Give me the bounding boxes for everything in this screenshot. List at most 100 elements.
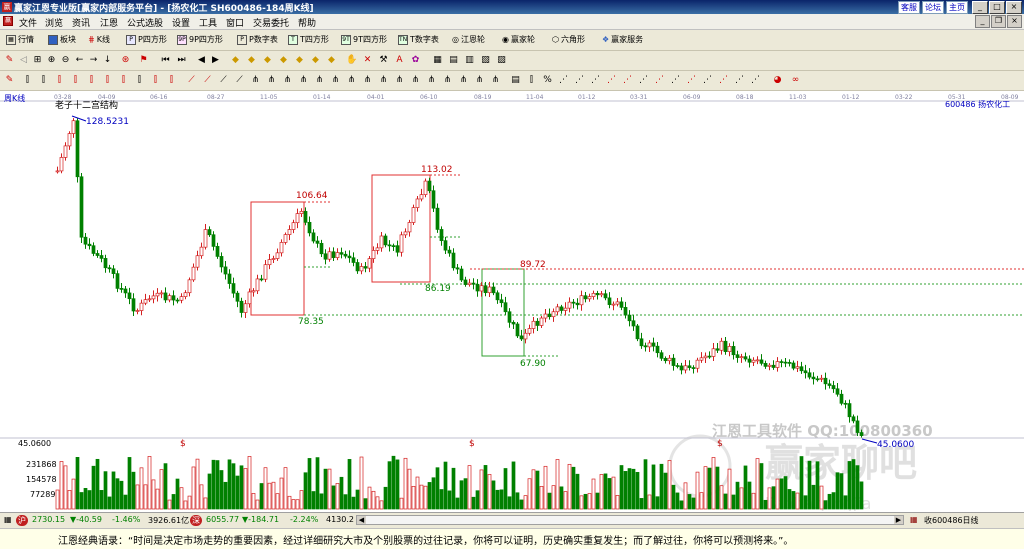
btn-sectors[interactable]: 板块	[48, 33, 76, 46]
grid3-icon[interactable]: ▥	[464, 55, 475, 66]
fib-tool-1-icon[interactable]: ⋰	[558, 75, 569, 86]
btn-winner-wheel[interactable]: ◉ 赢家轮	[502, 33, 535, 46]
last-icon[interactable]: ⏭	[176, 55, 187, 66]
btn-p-table[interactable]: P P数字表	[237, 33, 278, 46]
flag-icon[interactable]: ⚑	[138, 55, 149, 66]
kline-chart[interactable]: 03-28 04-09 06-16 08-27 11-05 01-14 04-01 06-10…	[0, 91, 1024, 513]
fib-tool-12-icon[interactable]: ⋰	[734, 75, 745, 86]
chart-icon[interactable]: ▦	[910, 515, 918, 524]
bar-tool-6-icon[interactable]: ⫿	[102, 75, 113, 86]
bar-tool-2-icon[interactable]: ⫿	[38, 75, 49, 86]
target-icon[interactable]: ⊛	[120, 55, 131, 66]
btn-kline[interactable]: ⋕ K线	[88, 33, 110, 46]
btn-t-square[interactable]: T T四方形	[288, 33, 329, 46]
grid4-icon[interactable]: ▧	[480, 55, 491, 66]
zoom-out-icon[interactable]: ⊖	[60, 55, 71, 66]
fork-tool-3-icon[interactable]: ⋔	[282, 75, 293, 86]
stats-tool-1-icon[interactable]: ▤	[510, 75, 521, 86]
line-tool-2-icon[interactable]: ⟋	[202, 75, 213, 86]
first-icon[interactable]: ⏮	[160, 55, 171, 66]
diamond6-icon[interactable]: ◆	[310, 55, 321, 66]
fib-tool-5-icon[interactable]: ⋰	[622, 75, 633, 86]
fork-tool-10-icon[interactable]: ⋔	[394, 75, 405, 86]
btn-p-square[interactable]: P P四方形	[126, 33, 167, 46]
paint-icon[interactable]: ✿	[410, 55, 421, 66]
child-restore-button[interactable]: ❐	[991, 15, 1006, 28]
link-zhuye[interactable]: 主页	[946, 1, 968, 14]
fork-tool-6-icon[interactable]: ⋔	[330, 75, 341, 86]
fork-tool-16-icon[interactable]: ⋔	[490, 75, 501, 86]
diamond3-icon[interactable]: ◆	[262, 55, 273, 66]
fib-tool-11-icon[interactable]: ⋰	[718, 75, 729, 86]
bar-tool-4-icon[interactable]: ⫿	[70, 75, 81, 86]
bar-tool-8-icon[interactable]: ⫿	[134, 75, 145, 86]
text-icon[interactable]: A	[394, 55, 405, 66]
next-icon[interactable]: ▶	[210, 55, 221, 66]
fib-tool-13-icon[interactable]: ⋰	[750, 75, 761, 86]
btn-service[interactable]: ❖ 赢家服务	[602, 33, 643, 46]
diamond2-icon[interactable]: ◆	[246, 55, 257, 66]
bar-tool-7-icon[interactable]: ⫿	[118, 75, 129, 86]
fork-tool-4-icon[interactable]: ⋔	[298, 75, 309, 86]
zoom-in-icon[interactable]: ⊕	[46, 55, 57, 66]
grid2-icon[interactable]: ▤	[448, 55, 459, 66]
fib-tool-9-icon[interactable]: ⋰	[686, 75, 697, 86]
scroll-right-arrow[interactable]: ▶	[894, 516, 903, 524]
line-tool-4-icon[interactable]: ⟋	[234, 75, 245, 86]
pie-icon[interactable]: ◕	[772, 75, 783, 86]
fork-tool-13-icon[interactable]: ⋔	[442, 75, 453, 86]
close-button[interactable]: ×	[1006, 1, 1022, 14]
prev-icon[interactable]: ◀	[196, 55, 207, 66]
stats-tool-2-icon[interactable]: ⫿	[526, 75, 537, 86]
btn-hexagon[interactable]: ⬡ 六角形	[552, 33, 585, 46]
btn-9t-square[interactable]: 9T 9T四方形	[341, 33, 387, 46]
bar-tool-3-icon[interactable]: ⫿	[54, 75, 65, 86]
tools-icon[interactable]: ⚒	[378, 55, 389, 66]
fib-tool-3-icon[interactable]: ⋰	[590, 75, 601, 86]
menu-gann[interactable]: 江恩	[100, 16, 118, 29]
menu-tools[interactable]: 工具	[199, 16, 217, 29]
menu-info[interactable]: 资讯	[72, 16, 90, 29]
menu-file[interactable]: 文件	[19, 16, 37, 29]
back-icon[interactable]: ◁	[18, 55, 29, 66]
fork-tool-11-icon[interactable]: ⋔	[410, 75, 421, 86]
draw-pen-icon[interactable]: ✎	[4, 75, 15, 86]
fork-tool-1-icon[interactable]: ⋔	[250, 75, 261, 86]
maximize-button[interactable]: □	[989, 1, 1005, 14]
grid1-icon[interactable]: ▦	[432, 55, 443, 66]
link-luntan[interactable]: 论坛	[922, 1, 944, 14]
fork-tool-12-icon[interactable]: ⋔	[426, 75, 437, 86]
cross-icon[interactable]: ✕	[362, 55, 373, 66]
hand-icon[interactable]: ✋	[346, 55, 357, 66]
bar-tool-5-icon[interactable]: ⫿	[86, 75, 97, 86]
grid-icon[interactable]: ▦	[4, 515, 12, 524]
line-tool-1-icon[interactable]: ⟋	[186, 75, 197, 86]
arrow-right-icon[interactable]: →	[88, 55, 99, 66]
fib-tool-7-icon[interactable]: ⋰	[654, 75, 665, 86]
chart-area[interactable]: 03-28 04-09 06-16 08-27 11-05 01-14 04-01 06-10…	[0, 91, 1024, 513]
pen-icon[interactable]: ✎	[4, 55, 15, 66]
fork-tool-2-icon[interactable]: ⋔	[266, 75, 277, 86]
bar-tool-1-icon[interactable]: ⫿	[22, 75, 33, 86]
fork-tool-5-icon[interactable]: ⋔	[314, 75, 325, 86]
infinity-icon[interactable]: ∞	[790, 75, 801, 86]
line-tool-3-icon[interactable]: ⟋	[218, 75, 229, 86]
fib-tool-10-icon[interactable]: ⋰	[702, 75, 713, 86]
horizontal-scrollbar[interactable]: ◀ ▶	[356, 515, 904, 525]
minimize-button[interactable]: _	[972, 1, 988, 14]
menu-window[interactable]: 窗口	[226, 16, 244, 29]
btn-9p-square[interactable]: 9P 9P四方形	[177, 33, 223, 46]
link-kefu[interactable]: 客服	[898, 1, 920, 14]
zoom-box-icon[interactable]: ⊞	[32, 55, 43, 66]
child-minimize-button[interactable]: _	[975, 15, 990, 28]
fib-tool-2-icon[interactable]: ⋰	[574, 75, 585, 86]
grid5-icon[interactable]: ▨	[496, 55, 507, 66]
btn-gann-wheel[interactable]: ◎ 江恩轮	[452, 33, 485, 46]
bar-tool-10-icon[interactable]: ⫿	[166, 75, 177, 86]
percent-icon[interactable]: %	[542, 75, 553, 86]
scroll-left-arrow[interactable]: ◀	[357, 516, 366, 524]
arrow-left-icon[interactable]: ←	[74, 55, 85, 66]
diamond5-icon[interactable]: ◆	[294, 55, 305, 66]
diamond7-icon[interactable]: ◆	[326, 55, 337, 66]
fib-tool-4-icon[interactable]: ⋰	[606, 75, 617, 86]
